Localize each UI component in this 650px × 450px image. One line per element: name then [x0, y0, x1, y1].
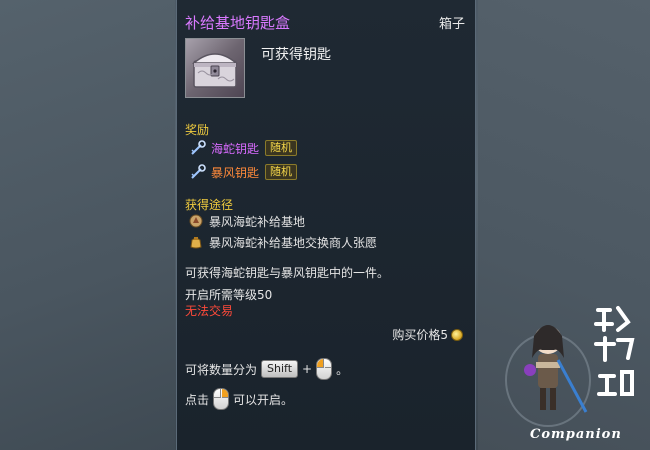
reward-item-sea-serpent-key[interactable]: 海蛇钥匙 随机 — [189, 139, 298, 157]
price-label: 购买价格5 — [392, 328, 448, 342]
trade-status: 无法交易 — [185, 304, 234, 318]
reward-name: 海蛇钥匙 — [211, 141, 260, 156]
split-hint: 可将数量分为 Shift + 。 — [185, 358, 348, 380]
mouse-left-click-icon — [316, 358, 333, 380]
reward-name: 暴风钥匙 — [211, 165, 260, 180]
item-tooltip: 补给基地钥匙盒 箱子 可获得钥匙 奖励 海蛇钥匙 随机 暴风钥匙 随机 获得途径… — [176, 0, 476, 450]
split-hint-suffix: 。 — [336, 362, 349, 377]
level-requirement: 开启所需等级50 — [185, 288, 273, 302]
obtain-note: 可获得钥匙 — [261, 47, 331, 63]
rewards-heading: 奖励 — [185, 123, 210, 137]
source-item-merchant[interactable]: 暴风海蛇补给基地交换商人张愿 — [189, 233, 377, 251]
purchase-price: 购买价格5 — [392, 326, 463, 343]
watermark-text: Companion — [530, 427, 622, 442]
random-badge: 随机 — [265, 164, 298, 180]
source-text: 暴风海蛇补给基地交换商人张愿 — [209, 235, 378, 250]
open-hint-suffix: 可以开启。 — [233, 392, 294, 407]
key-icon — [191, 140, 206, 155]
reward-item-storm-key[interactable]: 暴风钥匙 随机 — [189, 163, 298, 181]
random-badge: 随机 — [265, 140, 298, 156]
key-icon — [191, 164, 206, 179]
open-hint-prefix: 点击 — [185, 392, 210, 407]
source-text: 暴风海蛇补给基地 — [209, 214, 306, 229]
item-name: 补给基地钥匙盒 — [185, 14, 291, 32]
item-description: 可获得海蛇钥匙与暴风钥匙中的一件。 — [185, 266, 390, 280]
silver-chest-icon — [185, 38, 245, 98]
coin-icon — [451, 328, 463, 341]
split-hint-prefix: 可将数量分为 — [185, 362, 258, 377]
merchant-bag-icon — [190, 237, 202, 249]
open-hint: 点击 可以开启。 — [185, 388, 293, 410]
background-left — [0, 0, 175, 450]
sources-heading: 获得途径 — [185, 198, 234, 212]
dungeon-icon — [189, 214, 203, 228]
source-item-dungeon[interactable]: 暴风海蛇补给基地 — [189, 212, 305, 230]
shift-key-icon: Shift — [261, 360, 299, 378]
item-type: 箱子 — [438, 17, 465, 32]
mouse-right-click-icon — [213, 388, 230, 410]
split-hint-plus: + — [302, 362, 313, 376]
